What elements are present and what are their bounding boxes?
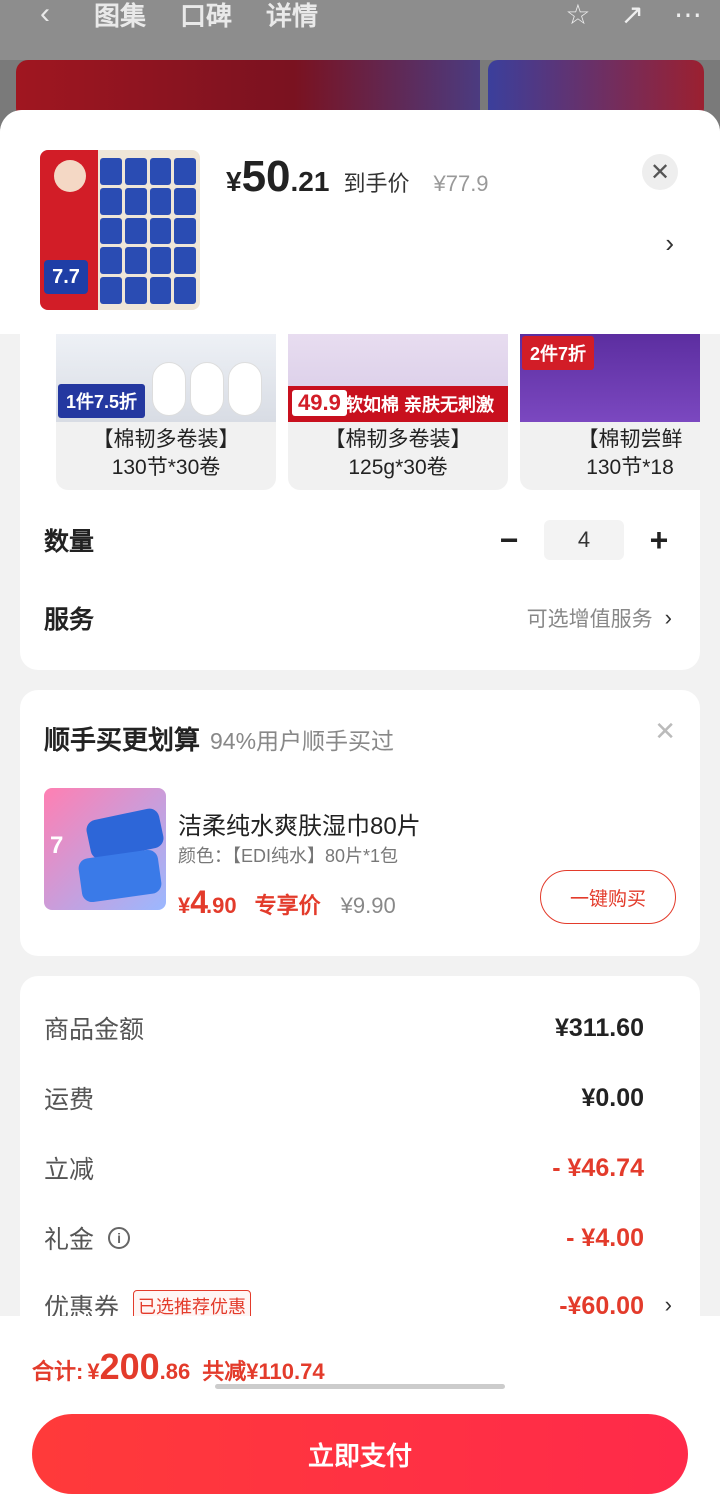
- chevron-right-icon: ›: [664, 605, 672, 630]
- chevron-right-icon[interactable]: ›: [665, 1292, 672, 1318]
- summary-value: ¥311.60: [555, 1013, 644, 1042]
- variant-tag: 2件7折: [522, 336, 595, 370]
- price-row: ¥ 50 .21 到手价 ¥77.9: [226, 152, 489, 202]
- quantity-input[interactable]: 4: [544, 520, 624, 560]
- variant-name: 【棉韧多卷装】: [92, 428, 240, 451]
- product-thumbnail[interactable]: 7.7: [40, 150, 200, 310]
- addon-original-price: ¥9.90: [340, 893, 396, 918]
- chevron-right-icon[interactable]: ›: [665, 228, 674, 259]
- addon-title: 顺手买更划算: [44, 725, 201, 755]
- final-price: ¥ 50 .21: [226, 152, 330, 201]
- total-price: 合计: ¥ 200 .86 共减¥110.74: [32, 1346, 325, 1387]
- variant-spec: 125g*30卷: [348, 456, 448, 479]
- summary-value: - ¥46.74: [552, 1153, 644, 1182]
- close-icon[interactable]: ✕: [654, 716, 676, 747]
- sheet-header: 7.7 ¥ 50 .21 到手价 ¥77.9 ✕ ›: [0, 110, 720, 334]
- variant-tag: 1件7.5折: [58, 384, 146, 418]
- minus-icon[interactable]: −: [496, 522, 522, 559]
- variant-spec: 130节*30卷: [111, 456, 221, 479]
- summary-row: 运费 ¥0.00: [44, 1080, 644, 1116]
- tab-gallery[interactable]: 图集: [94, 0, 146, 33]
- tab-details[interactable]: 详情: [266, 0, 318, 33]
- purchase-sheet: 7.7 ¥ 50 .21 到手价 ¥77.9 ✕ › 1件7.5折 【棉韧多卷装…: [0, 110, 720, 1500]
- addon-product-image[interactable]: 7: [44, 788, 166, 910]
- service-row[interactable]: 服务 可选增值服务 ›: [44, 600, 672, 636]
- addon-price-tag: 专享价: [254, 893, 321, 918]
- variant-name: 【棉韧尝鲜: [577, 428, 683, 451]
- quantity-stepper: − 4 +: [496, 520, 672, 560]
- pay-now-button[interactable]: 立即支付: [32, 1414, 688, 1494]
- summary-row: 商品金额 ¥311.60: [44, 1010, 644, 1046]
- price-summary-card: 商品金额 ¥311.60 运费 ¥0.00 立减 - ¥46.74 礼金 i - …: [20, 976, 700, 1356]
- addon-card: 顺手买更划算 94%用户顺手买过 ✕ 7 洁柔纯水爽肤湿巾80片 颜色：【EDI…: [20, 690, 700, 956]
- total-saved: 共减¥110.74: [202, 1359, 325, 1384]
- service-label: 服务: [44, 606, 95, 634]
- info-icon[interactable]: i: [108, 1227, 131, 1249]
- addon-subtitle: 94%用户顺手买过: [210, 728, 395, 754]
- variant-option[interactable]: 2件7折 【棉韧尝鲜 130节*18: [520, 334, 700, 490]
- variant-tag: 49.9: [292, 390, 347, 416]
- addon-product-name: 洁柔纯水爽肤湿巾80片: [178, 813, 421, 840]
- quantity-label: 数量: [44, 528, 95, 556]
- addon-product-spec: 颜色：【EDI纯水】80片*1包: [178, 846, 399, 866]
- summary-row: 立减 - ¥46.74: [44, 1150, 644, 1186]
- summary-label: 运费: [44, 1086, 95, 1114]
- original-price: ¥77.9: [433, 171, 489, 196]
- thumbnail-discount-badge: 7.7: [44, 260, 88, 294]
- tab-reviews[interactable]: 口碑: [180, 0, 232, 33]
- summary-value: ¥0.00: [581, 1083, 644, 1112]
- addon-price: ¥ 4 .90 专享价 ¥9.90: [178, 884, 396, 920]
- variant-option[interactable]: 1件7.5折 【棉韧多卷装】 130节*30卷: [56, 334, 276, 490]
- summary-row: 礼金 i - ¥4.00: [44, 1220, 644, 1256]
- home-indicator: [215, 1384, 505, 1389]
- close-icon[interactable]: ✕: [642, 154, 678, 190]
- background-header: ‹ 图集 口碑 详情 ☆ ↗ ⋯: [0, 0, 720, 60]
- summary-label: 礼金: [44, 1226, 95, 1254]
- favorite-icon[interactable]: ☆: [565, 0, 590, 31]
- more-icon[interactable]: ⋯: [674, 0, 702, 31]
- final-price-label: 到手价: [343, 171, 410, 196]
- variant-spec: 130节*18: [586, 456, 674, 479]
- variant-options: 1件7.5折 【棉韧多卷装】 130节*30卷 柔软如棉 亲肤无刺激 49.9 【…: [56, 334, 700, 492]
- share-icon[interactable]: ↗: [621, 0, 644, 31]
- plus-icon[interactable]: +: [646, 522, 672, 559]
- options-card: 1件7.5折 【棉韧多卷装】 130节*30卷 柔软如棉 亲肤无刺激 49.9 【…: [20, 334, 700, 670]
- variant-name: 【棉韧多卷装】: [324, 428, 472, 451]
- addon-image-tag: 7: [50, 832, 64, 859]
- quantity-row: 数量 − 4 +: [44, 520, 672, 560]
- variant-option[interactable]: 柔软如棉 亲肤无刺激 49.9 【棉韧多卷装】 125g*30卷: [288, 334, 508, 490]
- checkout-bar: 合计: ¥ 200 .86 共减¥110.74 立即支付: [0, 1316, 720, 1500]
- summary-label: 立减: [44, 1156, 95, 1184]
- service-hint: 可选增值服务: [526, 608, 653, 631]
- total-label: 合计:: [32, 1359, 84, 1384]
- one-click-buy-button[interactable]: 一键购买: [540, 870, 676, 924]
- summary-label: 商品金额: [44, 1016, 145, 1044]
- summary-value: - ¥4.00: [566, 1223, 644, 1252]
- back-icon[interactable]: ‹: [30, 0, 60, 31]
